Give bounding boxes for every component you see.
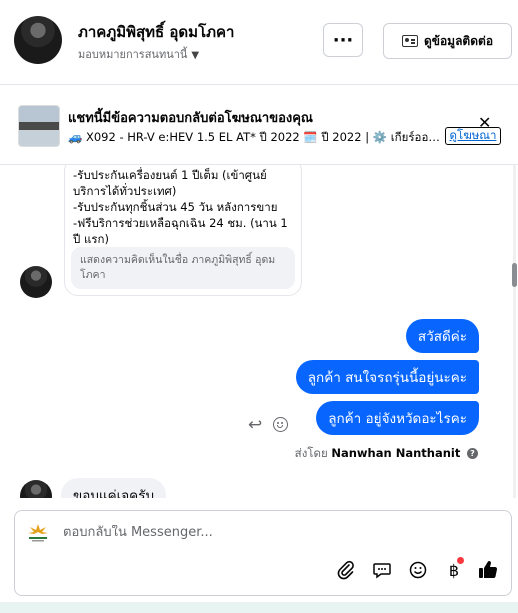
sender-avatar[interactable]: [20, 480, 52, 498]
message-line: -ฟรีบริการช่วยเหลือฉุกเฉิน 24 ชม. (นาน 1…: [73, 216, 288, 246]
outgoing-message-text: สวัสดีค่ะ: [417, 329, 467, 345]
business-logo: [24, 521, 52, 545]
scrollbar-track[interactable]: [513, 165, 516, 498]
ad-description: 🚙 X092 - HR-V e:HEV 1.5 EL AT* ปี 2022 🗓…: [68, 130, 440, 144]
footer-strip: [0, 602, 518, 613]
more-icon: ···: [332, 29, 354, 51]
page-avatar[interactable]: [14, 16, 62, 64]
incoming-message-text: -รับประกันเครื่องยนต์ 1 ปีเต็ม (เข้าศูนย…: [73, 167, 295, 247]
assign-conversation[interactable]: มอบหมายการสนทนานี้ ▼: [78, 45, 199, 63]
sent-by-prefix: ส่งโดย: [294, 446, 328, 460]
outgoing-message-text: ลูกค้า สนใจรถรุ่นนี้อยู่นะคะ: [307, 370, 467, 386]
help-icon[interactable]: ?: [467, 448, 478, 459]
like-icon[interactable]: [477, 559, 499, 581]
message-line: -รับประกันทุกชิ้นส่วน 45 วัน หลังการขาย: [73, 200, 278, 214]
reply-icon[interactable]: ↩: [248, 415, 262, 435]
ad-banner-title: แชทนี้มีข้อความตอบกลับต่อโฆษณาของคุณ: [68, 111, 313, 126]
sender-avatar[interactable]: [20, 266, 52, 298]
outgoing-message-bubble[interactable]: ลูกค้า สนใจรถรุ่นนี้อยู่นะคะ: [295, 360, 479, 394]
view-contact-button[interactable]: ดูข้อมูลติดต่อ: [383, 23, 512, 59]
ad-reply-banner: แชทนี้มีข้อความตอบกลับต่อโฆษณาของคุณ 🚙 X…: [0, 85, 518, 165]
caret-down-icon: ▼: [191, 50, 200, 61]
more-options-button[interactable]: ···: [323, 23, 363, 57]
message-line: -รับประกันเครื่องยนต์ 1 ปีเต็ม (เข้าศูนย…: [73, 168, 267, 198]
thread-scrollbar[interactable]: [511, 165, 518, 498]
comment-as-note: แสดงความคิดเห็นในชื่อ ภาคภูมิพิสุทธิ์ อุ…: [71, 247, 295, 289]
conversation-header: ภาคภูมิพิสุทธิ์ อุดมโภคา มอบหมายการสนทนา…: [0, 0, 518, 85]
outgoing-message-bubble[interactable]: สวัสดีค่ะ: [405, 319, 479, 353]
incoming-message-text: ขอบแค่เจครับ: [73, 488, 155, 498]
assign-label: มอบหมายการสนทนานี้: [78, 48, 188, 61]
contact-card-icon: [401, 35, 418, 47]
incoming-message-bubble[interactable]: -รับประกันเครื่องยนต์ 1 ปีเต็ม (เข้าศูนย…: [64, 165, 302, 296]
sent-by-label: ส่งโดย Nanwhan Nanthanit ?: [295, 445, 478, 463]
view-ad-link[interactable]: ดูโฆษณา: [445, 127, 501, 145]
sent-by-name: Nanwhan Nanthanit: [331, 446, 461, 460]
incoming-message-bubble[interactable]: ขอบแค่เจครับ: [61, 478, 167, 498]
view-contact-label: ดูข้อมูลติดต่อ: [423, 33, 494, 48]
notification-dot: [457, 557, 464, 564]
scrollbar-thumb[interactable]: [512, 263, 517, 287]
attachment-icon[interactable]: [335, 559, 357, 581]
payment-icon[interactable]: ฿: [443, 557, 465, 581]
react-smiley-icon[interactable]: [273, 417, 288, 432]
page-name[interactable]: ภาคภูมิพิสุทธิ์ อุดมโภคา: [78, 20, 234, 44]
outgoing-message-text: ลูกค้า อยู่จังหวัดอะไรคะ: [328, 411, 467, 427]
ad-thumbnail[interactable]: [18, 105, 60, 147]
outgoing-message-bubble[interactable]: ลูกค้า อยู่จังหวัดอะไรคะ: [316, 401, 479, 435]
message-composer: ฿: [14, 510, 512, 596]
message-thread[interactable]: -รับประกันเครื่องยนต์ 1 ปีเต็ม (เข้าศูนย…: [0, 165, 510, 498]
emoji-icon[interactable]: [407, 559, 429, 581]
saved-replies-icon[interactable]: [371, 559, 393, 581]
reply-input[interactable]: [63, 525, 443, 540]
